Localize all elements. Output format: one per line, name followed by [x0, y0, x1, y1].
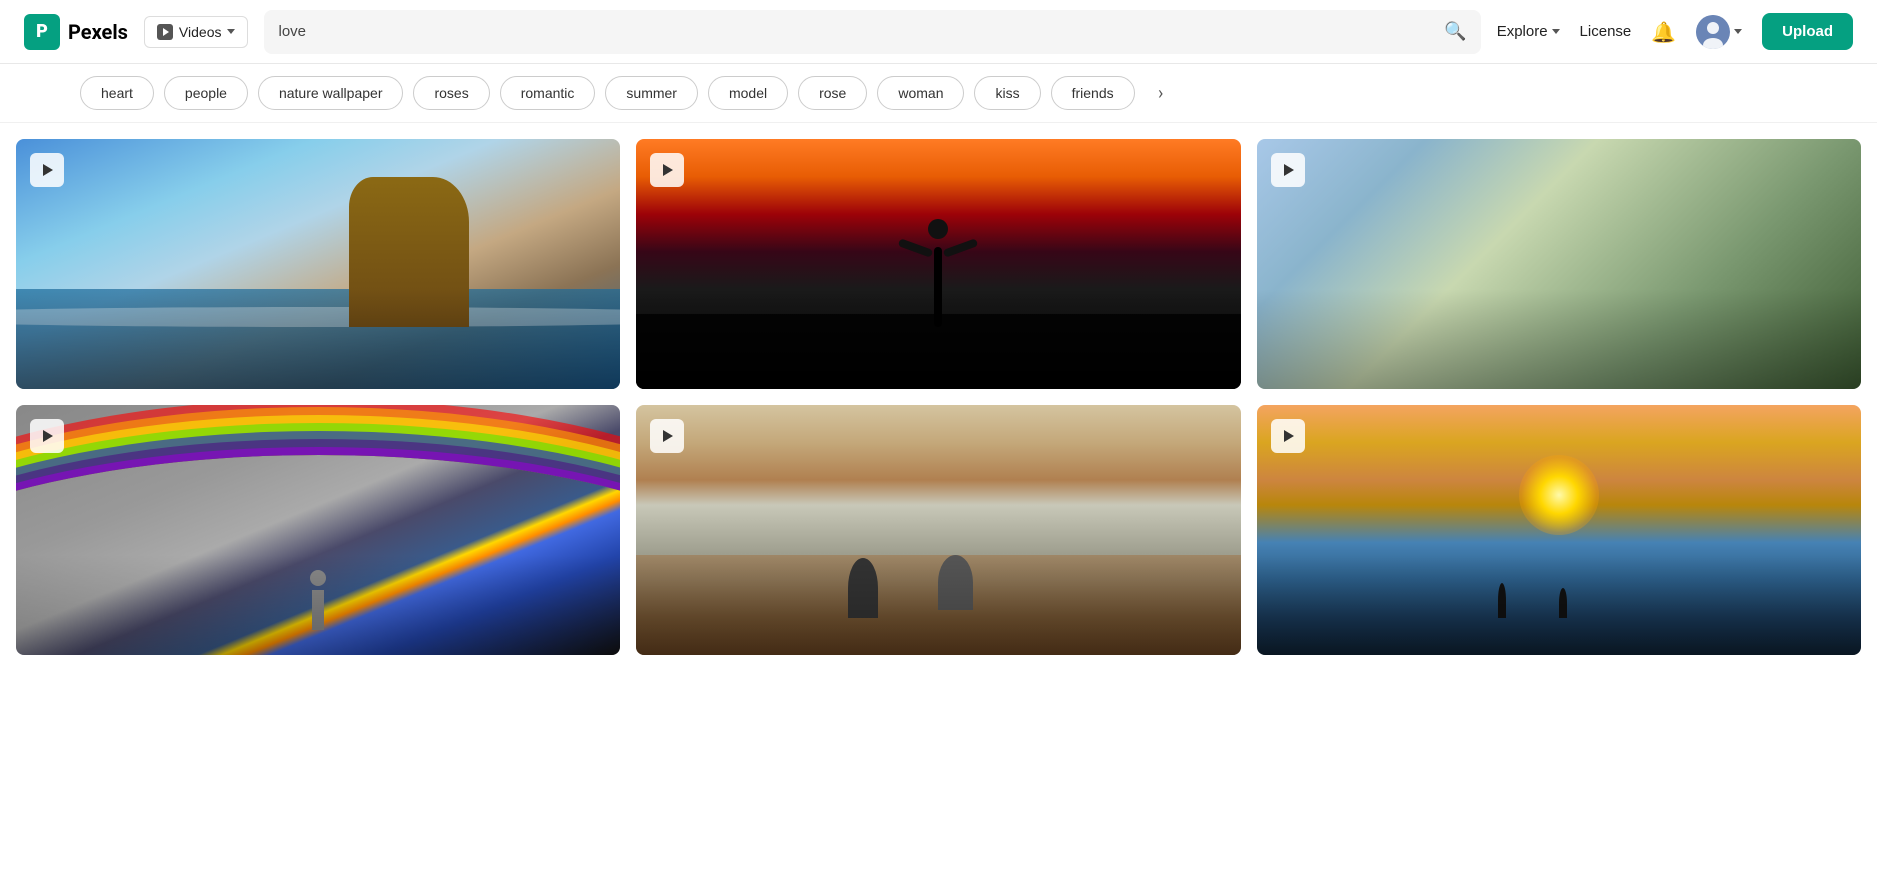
license-button[interactable]: License	[1580, 23, 1632, 40]
video-play-button[interactable]	[650, 419, 684, 453]
video-card-vid4[interactable]	[16, 405, 620, 655]
video-card-vid3[interactable]	[1257, 139, 1861, 389]
video-card-vid6[interactable]	[1257, 405, 1861, 655]
video-card-vid5[interactable]	[636, 405, 1240, 655]
video-overlay-gradient	[1257, 289, 1861, 389]
video-overlay-gradient	[16, 289, 620, 389]
tag-model[interactable]: model	[708, 76, 788, 110]
video-play-button[interactable]	[1271, 419, 1305, 453]
video-play-button[interactable]	[650, 153, 684, 187]
header-right: Explore License 🔔 Upload	[1497, 13, 1853, 50]
tag-romantic[interactable]: romantic	[500, 76, 596, 110]
avatar[interactable]	[1696, 15, 1730, 49]
explore-button[interactable]: Explore	[1497, 23, 1560, 40]
tags-more-button[interactable]: ›	[1145, 77, 1177, 109]
logo-icon: P	[24, 14, 60, 50]
avatar-dropdown[interactable]	[1696, 15, 1742, 49]
notifications-icon[interactable]: 🔔	[1651, 20, 1676, 44]
search-icon[interactable]: 🔍	[1444, 21, 1466, 42]
tags-bar: heart people nature wallpaper roses romantic…	[0, 64, 1877, 123]
video-play-button[interactable]	[1271, 153, 1305, 187]
header: P Pexels Videos 🔍 Explore License 🔔	[0, 0, 1877, 64]
video-overlay-gradient	[636, 289, 1240, 389]
tag-woman[interactable]: woman	[877, 76, 964, 110]
video-overlay-gradient	[1257, 555, 1861, 655]
upload-button[interactable]: Upload	[1762, 13, 1853, 50]
explore-chevron-icon	[1552, 29, 1560, 34]
videos-label: Videos	[179, 24, 222, 40]
tag-summer[interactable]: summer	[605, 76, 698, 110]
search-input[interactable]	[278, 23, 1434, 40]
video-play-button[interactable]	[30, 419, 64, 453]
video-grid	[0, 123, 1877, 671]
tag-people[interactable]: people	[164, 76, 248, 110]
search-bar: 🔍	[264, 10, 1480, 54]
video-overlay-gradient	[636, 555, 1240, 655]
video-play-icon	[157, 24, 173, 40]
logo-link[interactable]: P Pexels	[24, 14, 128, 50]
logo-text: Pexels	[68, 20, 128, 44]
tag-roses[interactable]: roses	[413, 76, 489, 110]
tag-friends[interactable]: friends	[1051, 76, 1135, 110]
videos-dropdown-button[interactable]: Videos	[144, 16, 249, 48]
tag-heart[interactable]: heart	[80, 76, 154, 110]
chevron-down-icon	[227, 29, 235, 34]
video-card-vid2[interactable]	[636, 139, 1240, 389]
avatar-chevron-icon	[1734, 29, 1742, 34]
tag-kiss[interactable]: kiss	[974, 76, 1040, 110]
tag-nature-wallpaper[interactable]: nature wallpaper	[258, 76, 404, 110]
video-play-button[interactable]	[30, 153, 64, 187]
video-overlay-gradient	[16, 555, 620, 655]
video-card-vid1[interactable]	[16, 139, 620, 389]
tag-rose[interactable]: rose	[798, 76, 867, 110]
